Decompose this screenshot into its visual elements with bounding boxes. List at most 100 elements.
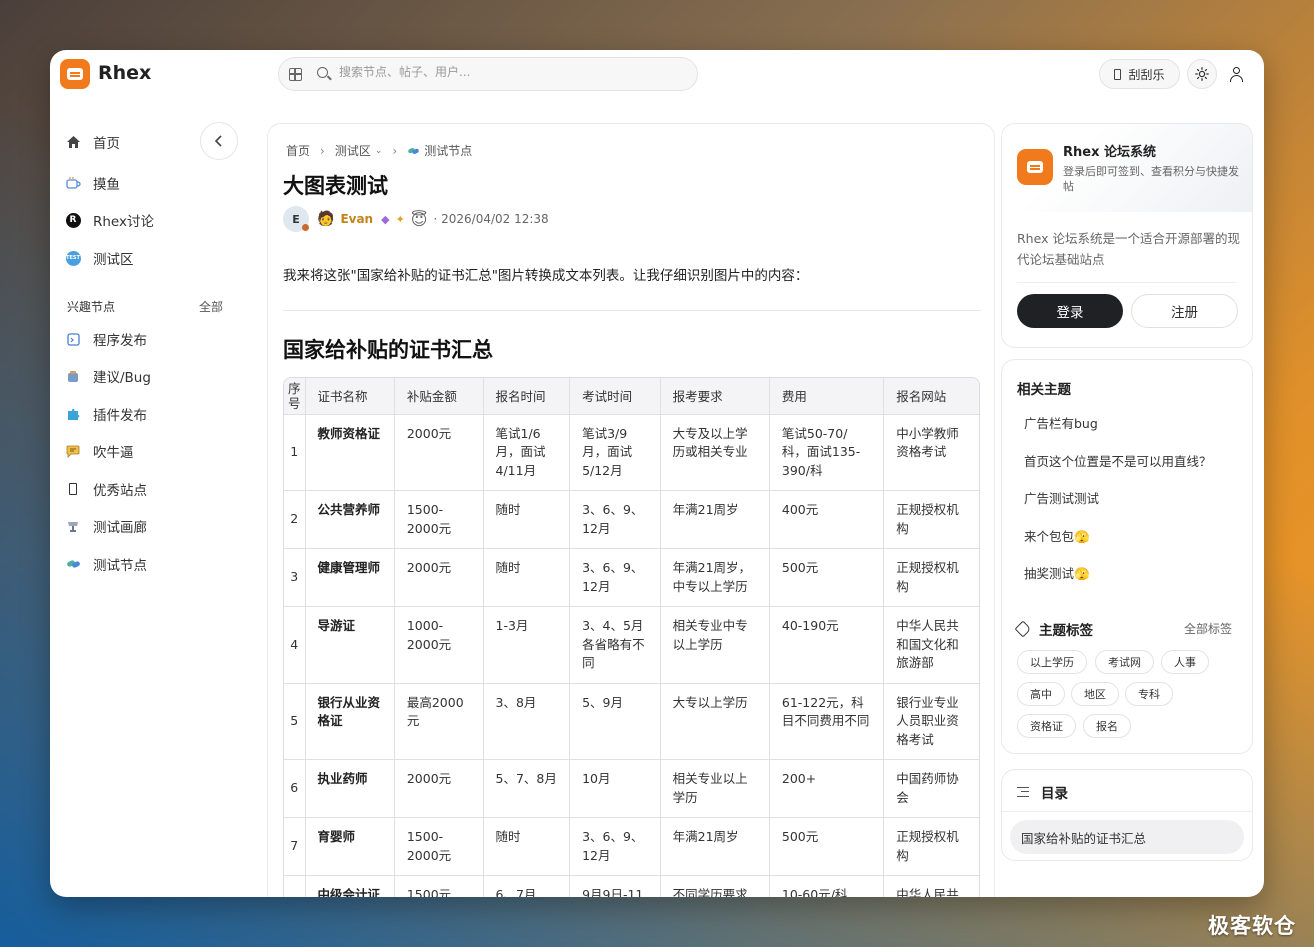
table-cell: 4 xyxy=(284,606,306,684)
table-header-cell: 报考要求 xyxy=(660,378,770,415)
breadcrumb-test-zone[interactable]: 测试区 xyxy=(335,142,371,159)
table-header-cell: 报名时间 xyxy=(483,378,571,415)
table-cell: 1500元 xyxy=(394,875,484,897)
author-name[interactable]: Evan xyxy=(340,212,373,226)
search-input[interactable] xyxy=(339,65,679,79)
all-tags-link[interactable]: 全部标签 xyxy=(1184,620,1232,637)
breadcrumb: 首页 › 测试区 ⌄ › 测试节点 xyxy=(286,142,472,159)
table-cell: 年满21周岁，中专以上学历 xyxy=(660,548,770,607)
breadcrumb-home[interactable]: 首页 xyxy=(286,142,310,159)
table-row: 4 导游证 1000-2000元 1-3月 3、4、5月各省略有不同 相关专业中专以上学历… xyxy=(284,606,979,684)
table-cell: 5、7、8月 xyxy=(483,759,571,818)
user-icon[interactable] xyxy=(1229,67,1245,83)
table-cell: 3、8月 xyxy=(483,683,571,760)
toc-item[interactable]: 国家给补贴的证书汇总 xyxy=(1010,820,1244,854)
table-cell: 年满21周岁 xyxy=(660,490,770,549)
certificate-table: 序号 证书名称 补贴金额 报名时间 考试时间 报考要求 费用 报名网站 1 教师资格证 2000元… xyxy=(283,377,980,897)
logo-icon xyxy=(1017,149,1053,185)
tag-chip[interactable]: 高中 xyxy=(1017,682,1065,706)
tag-chip[interactable]: 专科 xyxy=(1125,682,1173,706)
table-cell: 6 xyxy=(284,759,306,818)
chevron-down-icon[interactable]: ⌄ xyxy=(375,146,383,156)
diamond-badge-icon: ◆ xyxy=(381,212,390,226)
table-cell: 中国药师协会 xyxy=(883,759,979,818)
table-cell: 61-122元，科目不同费用不同 xyxy=(769,683,885,760)
package-icon xyxy=(65,331,81,347)
tag-chip[interactable]: 人事 xyxy=(1161,650,1209,674)
table-cell: 500元 xyxy=(769,817,885,876)
table-cell: 3、6、9、12月 xyxy=(569,548,661,607)
table-row: 3 健康管理师 2000元 随时 3、6、9、12月 年满21周岁，中专以上学历 500元正… xyxy=(284,548,979,607)
tag-chip[interactable]: 考试网 xyxy=(1095,650,1154,674)
sidebar-item-label: 摸鱼 xyxy=(93,177,120,193)
tag-chip[interactable]: 以上学历 xyxy=(1017,650,1087,674)
user-emoji-icon: 🧑 xyxy=(317,211,335,227)
collapse-sidebar-button[interactable] xyxy=(200,122,238,160)
table-cell: 笔试50-70/科，面试135-390/科 xyxy=(769,414,885,491)
login-button[interactable]: 登录 xyxy=(1017,294,1123,328)
sidebar-item-test-node[interactable]: 测试节点 xyxy=(65,552,147,576)
list-icon xyxy=(1017,787,1029,797)
table-cell: 1-3月 xyxy=(483,606,571,684)
sparkle-badge-icon: ✦ xyxy=(395,212,405,226)
table-header-row: 序号 证书名称 补贴金额 报名时间 考试时间 报考要求 费用 报名网站 xyxy=(284,378,979,415)
tag-chip[interactable]: 报名 xyxy=(1083,714,1131,738)
table-cell: 年满21周岁 xyxy=(660,817,770,876)
table-cell: 40-190元 xyxy=(769,606,885,684)
sidebar-item-moyu[interactable]: 摸鱼 xyxy=(65,171,120,195)
pills-icon xyxy=(408,147,420,154)
related-topic-item[interactable]: 首页这个位置是不是可以用直线？ xyxy=(1024,451,1212,470)
table-row: 2 公共营养师 1500-2000元 随时 3、6、9、12月 年满21周岁 400元 正规授… xyxy=(284,490,979,549)
table-header-cell: 补贴金额 xyxy=(394,378,484,415)
table-cell: 中华人民共和国财政部 xyxy=(883,875,979,897)
table-cell: 随时 xyxy=(483,490,571,549)
related-topic-item[interactable]: 抽奖测试🫣 xyxy=(1024,563,1090,582)
scratch-card-button[interactable]: 刮刮乐 xyxy=(1099,59,1180,89)
sidebar-item-great-sites[interactable]: 优秀站点 xyxy=(65,477,147,501)
related-topic-item[interactable]: 广告栏有bug xyxy=(1024,413,1098,432)
search-bar[interactable] xyxy=(278,57,698,91)
sidebar-item-label: 建议/Bug xyxy=(93,370,151,386)
tag-chip[interactable]: 地区 xyxy=(1071,682,1119,706)
table-cell: 5、9月 xyxy=(569,683,661,760)
table-cell: 3、6、9、12月 xyxy=(569,490,661,549)
logo-icon[interactable] xyxy=(60,59,90,89)
sidebar-item-program-release[interactable]: 程序发布 xyxy=(65,327,147,351)
table-row: 1 教师资格证 2000元 笔试1/6月，面试4/11月 笔试3/9月，面试5/12月大… xyxy=(284,414,979,491)
register-button[interactable]: 注册 xyxy=(1131,294,1238,328)
sidebar-item-bug[interactable]: 建议/Bug xyxy=(65,364,151,388)
table-cell: 教师资格证 xyxy=(305,414,395,491)
site-intro-card: Rhex 论坛系统 登录后即可签到、查看积分与快捷发帖 Rhex 论坛系统是一个… xyxy=(1001,123,1253,348)
sidebar-item-plugin-release[interactable]: 插件发布 xyxy=(65,402,147,426)
divider xyxy=(283,310,981,311)
related-topic-item[interactable]: 广告测试测试 xyxy=(1024,488,1099,507)
avatar[interactable]: E xyxy=(283,206,309,232)
breadcrumb-separator-icon: › xyxy=(392,143,398,158)
table-cell: 不同学历要求工作经验不同 xyxy=(660,875,770,897)
related-topic-item[interactable]: 来个包包🫣 xyxy=(1024,526,1090,545)
table-cell: 2000元 xyxy=(394,548,484,607)
rhex-r-icon: R xyxy=(65,212,81,228)
related-topics-title: 相关主题 xyxy=(1017,382,1071,398)
sidebar-item-home[interactable]: 首页 xyxy=(65,130,120,154)
table-cell: 9月9日-11日 xyxy=(569,875,661,897)
phone-icon xyxy=(1114,68,1122,80)
sidebar-item-gallery[interactable]: 测试画廊 xyxy=(65,514,147,538)
post-meta: E 🧑 Evan ◆ ✦ 😇 · 2026/04/02 12:38 xyxy=(283,206,549,232)
related-topics-card: 相关主题 广告栏有bug 首页这个位置是不是可以用直线？ 广告测试测试 来个包包… xyxy=(1001,359,1253,754)
post-intro: 我来将这张"国家给补贴的证书汇总"图片转换成文本列表。让我仔细识别图片中的内容： xyxy=(283,268,809,284)
interest-nodes-all-link[interactable]: 全部 xyxy=(199,298,223,315)
theme-toggle-button[interactable] xyxy=(1187,59,1217,89)
sidebar-item-chat[interactable]: 吹牛逼 xyxy=(65,439,134,463)
chevron-left-icon xyxy=(214,135,222,147)
toc-card: 目录 国家给补贴的证书汇总 xyxy=(1001,769,1253,861)
sidebar-item-test-zone[interactable]: TEST 测试区 xyxy=(65,246,134,270)
site-subtitle: 登录后即可签到、查看积分与快捷发帖 xyxy=(1063,165,1239,193)
table-cell: 200+ xyxy=(769,759,885,818)
sidebar-item-label: 测试节点 xyxy=(93,558,147,574)
breadcrumb-test-node[interactable]: 测试节点 xyxy=(424,142,472,159)
sidebar-item-rhex[interactable]: R Rhex讨论 xyxy=(65,208,154,232)
grid-icon[interactable] xyxy=(289,68,302,81)
tag-chip[interactable]: 资格证 xyxy=(1017,714,1076,738)
logo-text[interactable]: Rhex xyxy=(98,62,151,84)
